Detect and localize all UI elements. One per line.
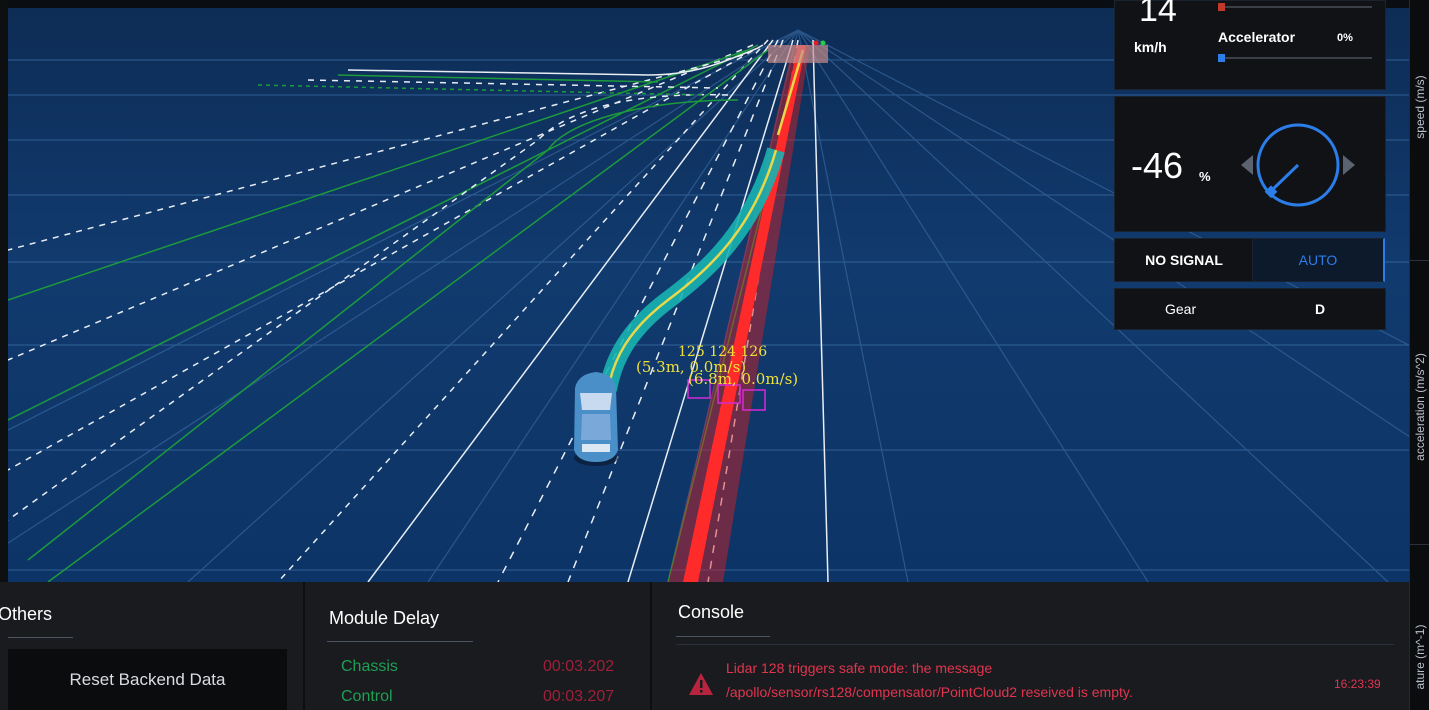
- speed-value: 14: [1139, 0, 1177, 29]
- gear-value: D: [1315, 301, 1326, 317]
- accelerator-value: 0%: [1337, 32, 1353, 44]
- speed-unit: km/h: [1134, 39, 1167, 55]
- delay-module-name: Chassis: [341, 658, 398, 675]
- console-panel: Console Lidar 128 triggers safe mode: th…: [652, 582, 1409, 710]
- traffic-light-red: [813, 40, 819, 46]
- console-title: Console: [678, 602, 745, 622]
- warning-icon: [689, 673, 713, 695]
- steering-wheel-icon: [1241, 123, 1355, 207]
- others-panel: Others Reset Backend Data: [0, 582, 303, 710]
- console-message-time: 16:23:39: [1334, 677, 1381, 691]
- others-title: Others: [0, 604, 53, 624]
- delay-module-name: Control: [341, 688, 393, 705]
- reset-backend-data-button[interactable]: Reset Backend Data: [8, 649, 287, 710]
- rail-divider: [1410, 544, 1429, 545]
- curvature-chart-label: ature (m^-1): [1413, 624, 1427, 690]
- signal-status: NO SIGNAL: [1114, 238, 1254, 282]
- delay-module-value: 00:03.207: [543, 688, 615, 705]
- speed-card: 14 km/h Accelerator 0%: [1114, 0, 1386, 90]
- console-divider: [676, 644, 1394, 645]
- traffic-light-green: [820, 40, 826, 46]
- steer-right-icon: [1343, 155, 1355, 175]
- brake-bar-fill: [1218, 3, 1225, 11]
- gear-card: Gear D: [1114, 288, 1386, 330]
- accelerator-bar-fill: [1218, 54, 1225, 62]
- delay-module-value: 00:03.202: [543, 658, 615, 675]
- console-message-line: /apollo/sensor/rs128/compensator/PointCl…: [726, 684, 1133, 700]
- accelerator-bar: [1218, 54, 1372, 62]
- auto-mode-button[interactable]: AUTO: [1252, 238, 1385, 282]
- module-delay-panel: Module Delay Chassis 00:03.202 Control 0…: [305, 582, 650, 710]
- reference-line: [683, 45, 806, 582]
- module-delay-title: Module Delay: [329, 608, 440, 628]
- steering-card: -46 %: [1114, 96, 1386, 232]
- rail-divider: [1410, 260, 1429, 261]
- accelerator-label: Accelerator: [1218, 29, 1296, 45]
- obstacle-label: (6.8m, 0.0m/s): [688, 370, 799, 388]
- others-title-underline: [8, 637, 73, 638]
- gear-label: Gear: [1165, 301, 1197, 317]
- ego-vehicle: [574, 372, 618, 466]
- speed-chart-label: speed (m/s): [1413, 75, 1427, 139]
- steer-left-icon: [1241, 155, 1253, 175]
- acceleration-chart-label: acceleration (m/s^2): [1413, 353, 1427, 461]
- console-message-line: Lidar 128 triggers safe mode: the messag…: [726, 660, 993, 676]
- brake-bar: [1218, 3, 1372, 11]
- steering-unit: %: [1199, 169, 1211, 184]
- steering-value: -46: [1131, 145, 1184, 186]
- module-delay-underline: [327, 641, 473, 642]
- console-title-underline: [676, 636, 770, 637]
- charts-rail[interactable]: speed (m/s) acceleration (m/s^2) ature (…: [1409, 0, 1429, 710]
- traffic-signal-area: [768, 45, 828, 63]
